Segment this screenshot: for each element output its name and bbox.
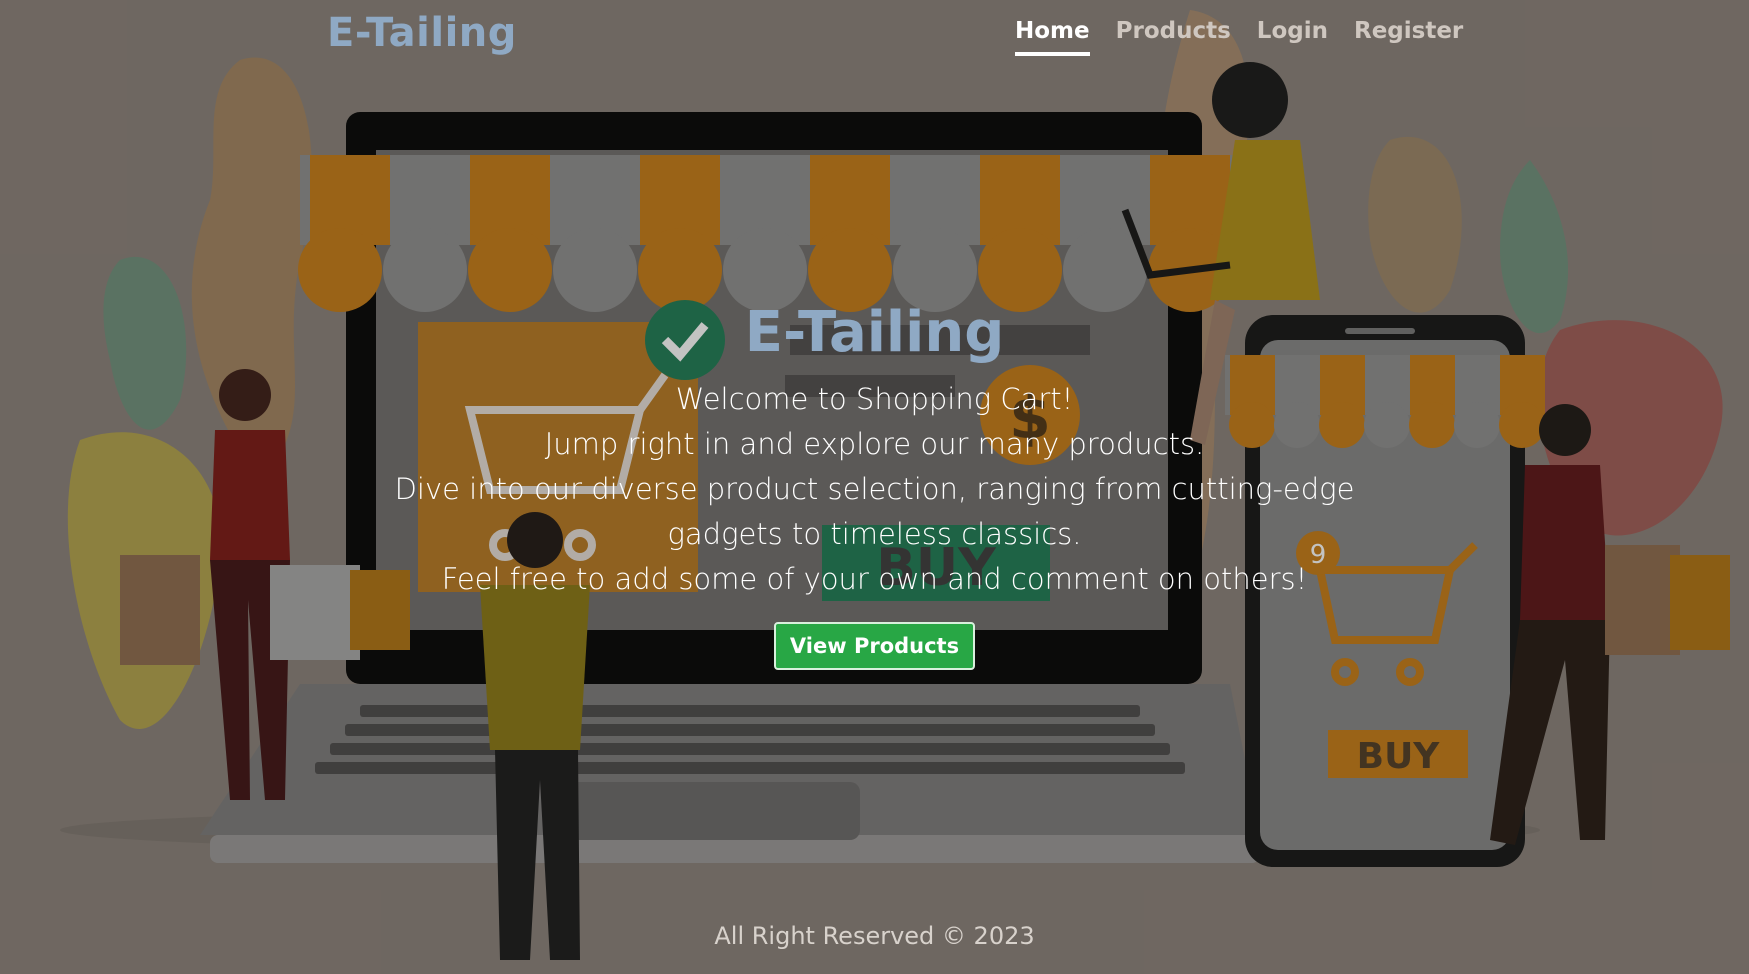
page: $ BUY 9 BUY E-Tailing Home Products Logi… [0, 0, 1749, 974]
hero-intro: Jump right in and explore our many produ… [544, 427, 1205, 461]
hero-welcome: Welcome to Shopping Cart! [675, 382, 1074, 416]
hero-text: Welcome to Shopping Cart! Jump right in … [375, 377, 1375, 602]
brand-logo[interactable]: E-Tailing [327, 10, 517, 56]
nav-login[interactable]: Login [1257, 18, 1328, 56]
nav-home[interactable]: Home [1015, 18, 1090, 56]
nav-register[interactable]: Register [1354, 18, 1463, 56]
footer-copyright: All Right Reserved © 2023 [714, 922, 1035, 950]
main-nav: Home Products Login Register [1015, 18, 1463, 56]
view-products-button[interactable]: View Products [773, 622, 976, 670]
hero-description: Dive into our diverse product selection,… [394, 472, 1355, 551]
hero-title: E-Tailing [744, 300, 1005, 365]
hero-section: E-Tailing Welcome to Shopping Cart! Jump… [0, 300, 1749, 670]
nav-products[interactable]: Products [1116, 18, 1231, 56]
hero-invite: Feel free to add some of your own and co… [441, 562, 1308, 596]
